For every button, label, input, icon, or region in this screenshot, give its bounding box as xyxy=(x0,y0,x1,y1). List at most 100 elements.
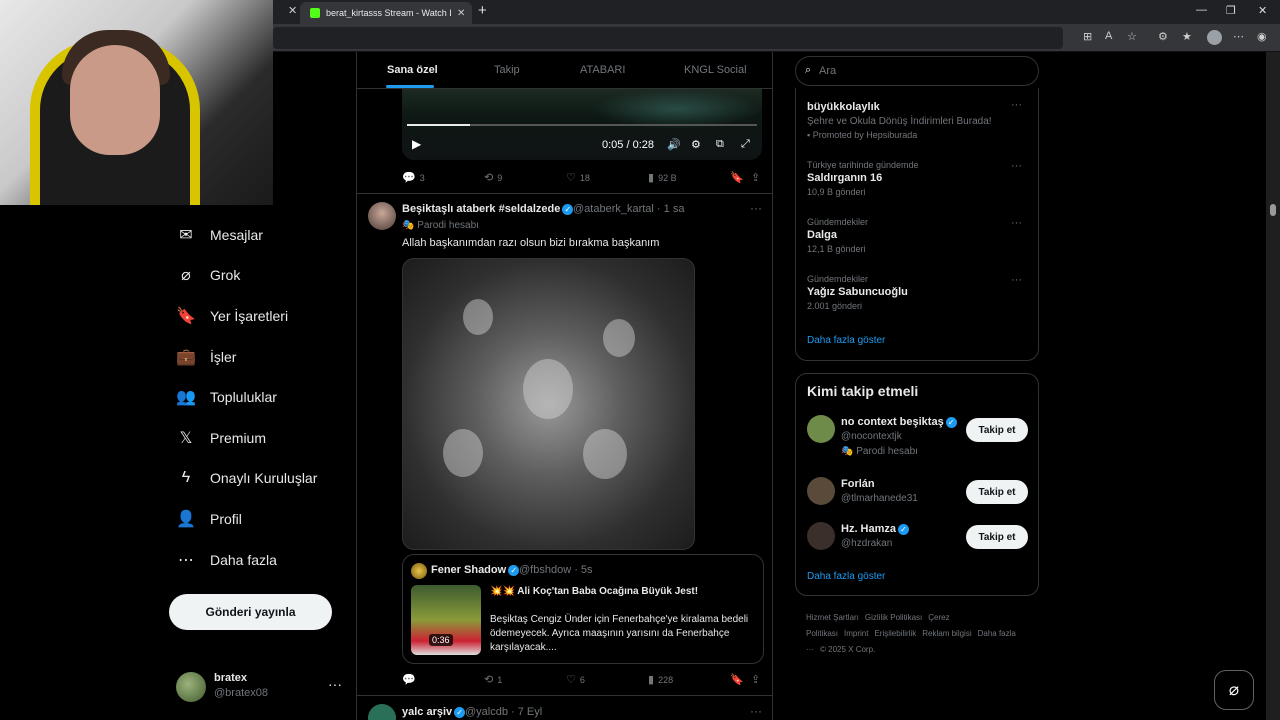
trend-item[interactable]: Gündemdekiler Yağız Sabuncuoğlu 2.001 gönd… xyxy=(807,274,1032,311)
address-bar[interactable] xyxy=(273,27,1063,49)
avatar[interactable] xyxy=(368,704,396,720)
nav-icon: 👥 xyxy=(176,389,196,406)
author-handle[interactable]: @ataberk_kartal · 1 sa xyxy=(573,203,684,215)
more-icon[interactable]: ··· xyxy=(1011,217,1022,229)
extensions-icon[interactable]: ⚙ xyxy=(1158,30,1168,43)
bookmark-button[interactable]: 🔖 xyxy=(730,171,748,184)
more-icon[interactable]: ··· xyxy=(1011,160,1022,172)
more-icon[interactable]: ··· xyxy=(750,704,762,718)
search-input[interactable] xyxy=(819,63,1019,79)
browser-tab-active[interactable]: berat_kirtasss Stream - Watch Live ✕ xyxy=(300,2,472,24)
nav-item-7[interactable]: 👤 Profil xyxy=(176,506,242,532)
footer-link[interactable]: Reklam bilgisi xyxy=(922,629,971,638)
follow-button[interactable]: Takip et xyxy=(966,418,1028,442)
nav-item-4[interactable]: 👥 Topluluklar xyxy=(176,384,277,410)
share-button[interactable]: ⇪ xyxy=(751,171,764,184)
tab-atabari[interactable]: ATABARI xyxy=(580,64,625,76)
account-switcher[interactable]: bratex @bratex08 ··· xyxy=(176,670,346,704)
trend-title: Dalga xyxy=(807,229,837,241)
tab-for-you[interactable]: Sana özel xyxy=(387,64,438,76)
trend-title: Yağız Sabuncuoğlu xyxy=(807,286,908,298)
views-button[interactable]: ▮ 228 xyxy=(648,673,673,686)
browser-menu-icon[interactable]: ⋯ xyxy=(1233,30,1244,43)
more-icon[interactable]: ··· xyxy=(750,201,762,215)
suggested-user[interactable]: Forlán @tlmarhanede31 Takip et xyxy=(807,477,1032,517)
volume-icon[interactable]: 🔊 xyxy=(667,138,681,151)
tab-following[interactable]: Takip xyxy=(494,64,520,76)
account-handle: @bratex08 xyxy=(214,687,268,699)
maximize-button[interactable]: ❐ xyxy=(1226,4,1236,17)
reply-button[interactable]: 💬 xyxy=(402,673,420,686)
fullscreen-icon[interactable]: ⤢ xyxy=(741,138,750,151)
trend-item[interactable]: Türkiye tarihinde gündemde Saldırganın 16… xyxy=(807,160,1032,197)
show-more-link[interactable]: Daha fazla göster xyxy=(807,571,885,582)
favorite-star-icon[interactable]: ☆ xyxy=(1127,30,1137,43)
nav-icon: 𝕏 xyxy=(179,430,193,447)
bookmark-button[interactable]: 🔖 xyxy=(730,673,748,686)
footer-link[interactable]: Gizlilik Politikası xyxy=(865,613,922,622)
verified-icon: ✓ xyxy=(454,706,466,718)
quoted-tweet[interactable]: Fener Shadow ✓ @fbshdow · 5s 0:36 💥💥 Ali … xyxy=(402,554,764,664)
promoted-trend[interactable]: büyükkolaylık Şehre ve Okula Dönüş İndir… xyxy=(807,99,1032,140)
browser-profile-avatar[interactable] xyxy=(1207,30,1222,45)
nav-label: Yer İşaretleri xyxy=(210,308,289,324)
copilot-icon[interactable]: ◉ xyxy=(1257,30,1267,43)
pip-icon[interactable]: ⧉ xyxy=(716,138,724,151)
post-button[interactable]: Gönderi yayınla xyxy=(169,594,332,630)
suggested-user[interactable]: Hz. Hamza ✓ @hzdrakan Takip et xyxy=(807,522,1032,562)
more-icon[interactable]: ··· xyxy=(328,676,342,692)
tab-kngl-social[interactable]: KNGL Social xyxy=(684,64,747,76)
settings-icon[interactable]: ⚙ xyxy=(691,138,701,151)
follow-button[interactable]: Takip et xyxy=(966,480,1028,504)
nav-icon: ⌀ xyxy=(181,267,191,284)
nav-icon: 💼 xyxy=(176,349,196,366)
nav-item-8[interactable]: ⋯ Daha fazla xyxy=(176,547,277,573)
minimize-button[interactable]: — xyxy=(1196,4,1207,16)
scrollbar-thumb[interactable] xyxy=(1270,204,1276,216)
nav-item-3[interactable]: 💼 İşler xyxy=(176,344,236,370)
avatar[interactable] xyxy=(368,202,396,230)
close-tab-icon[interactable]: ✕ xyxy=(457,8,465,19)
footer-link[interactable]: © 2025 X Corp. xyxy=(820,645,875,654)
author-name[interactable]: Beşiktaşlı ataberk #seldalzede ✓ xyxy=(402,203,574,215)
tweet-photo[interactable] xyxy=(402,258,695,550)
like-button[interactable]: ♡ 6 xyxy=(566,673,585,686)
window-close-button[interactable]: ✕ xyxy=(1258,4,1267,17)
trend-item[interactable]: Gündemdekiler Dalga 12,1 B gönderi ··· xyxy=(807,217,1032,254)
like-button[interactable]: ♡ 18 xyxy=(566,171,590,184)
footer-link[interactable]: Hizmet Şartları xyxy=(806,613,859,622)
avatar xyxy=(176,672,206,702)
author-name[interactable]: yalc arşiv ✓ xyxy=(402,706,466,718)
user-handle: @tlmarhanede31 xyxy=(841,493,918,504)
scrollbar[interactable] xyxy=(1266,52,1280,720)
suggested-user[interactable]: no context beşiktaş ✓ @nocontextjk 🎭 Parodi… xyxy=(807,415,1032,457)
views-button[interactable]: ▮ 92 B xyxy=(648,171,677,184)
more-icon[interactable]: ··· xyxy=(1011,99,1022,111)
repost-button[interactable]: ⟲ 1 xyxy=(484,673,502,686)
footer-link[interactable]: Imprint xyxy=(844,629,868,638)
nav-icon: ϟ xyxy=(181,469,191,486)
favorites-icon[interactable]: ★ xyxy=(1182,30,1192,43)
show-more-link[interactable]: Daha fazla göster xyxy=(807,335,885,346)
read-aloud-icon[interactable]: A xyxy=(1105,30,1112,42)
nav-item-5[interactable]: 𝕏 Premium xyxy=(176,425,266,451)
new-tab-button[interactable]: + xyxy=(478,2,487,19)
nav-item-6[interactable]: ϟ Onaylı Kuruluşlar xyxy=(176,465,318,491)
nav-item-0[interactable]: ✉ Mesajlar xyxy=(176,222,263,248)
apps-icon[interactable]: ⊞ xyxy=(1083,30,1092,43)
video-player[interactable]: ▶ 0:05 / 0:28 🔊 ⚙ ⧉ ⤢ xyxy=(402,89,762,160)
play-icon[interactable]: ▶ xyxy=(412,137,421,151)
nav-item-1[interactable]: ⌀ Grok xyxy=(176,262,240,288)
reply-button[interactable]: 💬 3 xyxy=(402,171,425,184)
footer-link[interactable]: Erişilebilirlik xyxy=(874,629,916,638)
more-icon[interactable]: ··· xyxy=(1011,274,1022,286)
grok-floating-button[interactable]: ⌀ xyxy=(1214,670,1254,710)
nav-item-2[interactable]: 🔖 Yer İşaretleri xyxy=(176,303,288,329)
author-handle[interactable]: @yalcdb · 7 Eyl xyxy=(465,706,542,718)
share-button[interactable]: ⇪ xyxy=(751,673,764,686)
search-box[interactable]: ⌕ xyxy=(795,56,1039,86)
repost-button[interactable]: ⟲ 9 xyxy=(484,171,502,184)
bookmark-icon: 🔖 xyxy=(730,172,744,184)
close-tab-icon[interactable]: ✕ xyxy=(288,4,297,17)
follow-button[interactable]: Takip et xyxy=(966,525,1028,549)
